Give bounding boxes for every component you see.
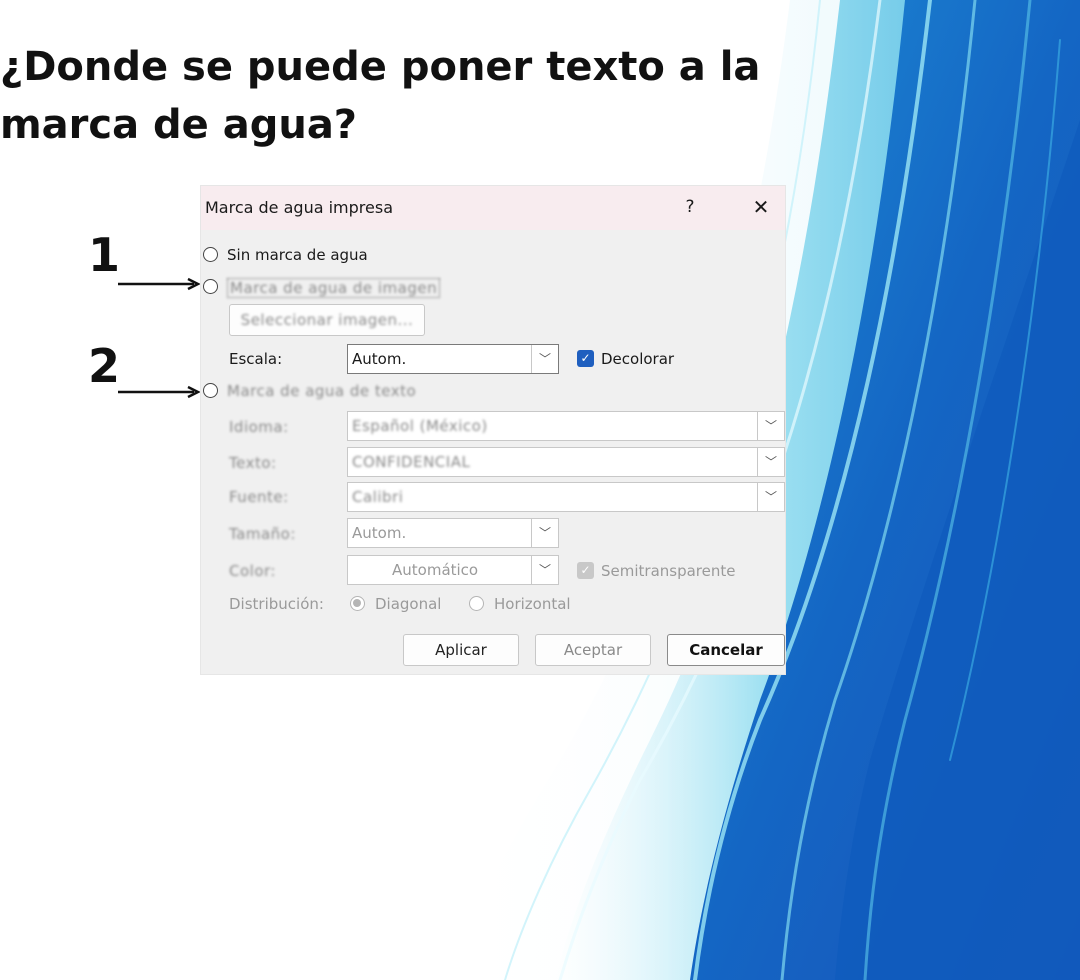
marker-2: 2 <box>88 339 121 393</box>
scale-label: Escala: <box>229 350 283 368</box>
color-value: Automático <box>392 561 479 579</box>
dialog-title: Marca de agua impresa <box>205 198 393 217</box>
arrow-2-icon <box>118 385 200 399</box>
font-combo[interactable]: Calibri ﹀ <box>347 482 785 512</box>
washout-checkbox[interactable]: ✓ <box>577 350 594 367</box>
text-value: CONFIDENCIAL <box>352 453 471 471</box>
color-combo[interactable]: Automático ﹀ <box>347 555 559 585</box>
text-watermark-label: Marca de agua de texto <box>227 382 417 400</box>
font-value: Calibri <box>352 488 404 506</box>
picture-watermark-label: Marca de agua de imagen <box>227 278 441 298</box>
washout-label: Decolorar <box>601 350 675 368</box>
chevron-down-icon: ﹀ <box>757 483 784 511</box>
watermark-dialog: Marca de agua impresa ? ✕ Sin marca de a… <box>200 185 786 675</box>
slide-title: ¿Donde se puede poner texto a la marca d… <box>0 44 761 148</box>
scale-value: Autom. <box>352 350 407 368</box>
font-label: Fuente: <box>229 488 289 506</box>
help-button[interactable]: ? <box>679 194 701 220</box>
picture-watermark-radio[interactable] <box>203 279 218 294</box>
text-combo[interactable]: CONFIDENCIAL ﹀ <box>347 447 785 477</box>
arrow-1-icon <box>118 277 200 291</box>
scale-combo[interactable]: Autom. ﹀ <box>347 344 559 374</box>
size-value: Autom. <box>352 524 407 542</box>
no-watermark-radio[interactable] <box>203 247 218 262</box>
chevron-down-icon: ﹀ <box>757 448 784 476</box>
close-button[interactable]: ✕ <box>747 194 775 220</box>
select-image-button[interactable]: Seleccionar imagen... <box>229 304 425 336</box>
semitransparent-checkbox[interactable]: ✓ <box>577 562 594 579</box>
chevron-down-icon: ﹀ <box>531 556 558 584</box>
chevron-down-icon: ﹀ <box>757 412 784 440</box>
no-watermark-label: Sin marca de agua <box>227 246 368 264</box>
horizontal-label: Horizontal <box>494 595 571 613</box>
language-combo[interactable]: Español (México) ﹀ <box>347 411 785 441</box>
language-label: Idioma: <box>229 418 289 436</box>
diagonal-label: Diagonal <box>375 595 442 613</box>
layout-label: Distribución: <box>229 595 324 613</box>
color-label: Color: <box>229 562 276 580</box>
semitransparent-label: Semitransparente <box>601 562 736 580</box>
chevron-down-icon: ﹀ <box>531 519 558 547</box>
text-watermark-radio[interactable] <box>203 383 218 398</box>
marker-1: 1 <box>88 228 121 282</box>
size-label: Tamaño: <box>229 525 296 543</box>
diagonal-radio[interactable] <box>350 596 365 611</box>
chevron-down-icon: ﹀ <box>531 345 558 373</box>
horizontal-radio[interactable] <box>469 596 484 611</box>
text-label: Texto: <box>229 454 277 472</box>
dialog-titlebar: Marca de agua impresa ? ✕ <box>201 186 785 230</box>
ok-button[interactable]: Aceptar <box>535 634 651 666</box>
apply-button[interactable]: Aplicar <box>403 634 519 666</box>
size-combo[interactable]: Autom. ﹀ <box>347 518 559 548</box>
cancel-button[interactable]: Cancelar <box>667 634 785 666</box>
language-value: Español (México) <box>352 417 488 435</box>
